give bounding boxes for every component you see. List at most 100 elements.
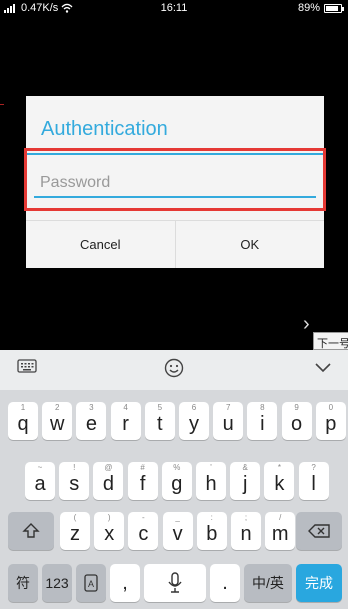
- keyboard-icon[interactable]: [17, 358, 37, 379]
- key-sub-label: ~: [37, 463, 43, 472]
- key-n[interactable]: ; n: [231, 512, 261, 550]
- key-y[interactable]: 6y: [179, 402, 209, 440]
- numbers-key[interactable]: 123: [42, 564, 72, 602]
- key-x[interactable]: ) x: [94, 512, 125, 550]
- key-label: w: [49, 412, 65, 435]
- key-h[interactable]: ' h: [196, 462, 226, 500]
- key-r[interactable]: 4r: [110, 402, 141, 440]
- key-sub-label: /: [279, 513, 282, 522]
- key-w[interactable]: 2w: [42, 402, 73, 440]
- background-tooltip: 下一号: [313, 332, 348, 350]
- key-z[interactable]: (z: [60, 512, 90, 550]
- key-s[interactable]: ! s: [59, 462, 90, 500]
- key-label: y: [189, 412, 199, 435]
- key-label: t: [157, 412, 163, 435]
- chevron-down-icon[interactable]: [314, 358, 332, 379]
- ok-button[interactable]: OK: [174, 221, 325, 268]
- microphone-icon: [168, 572, 182, 593]
- key-u[interactable]: 7u: [213, 402, 244, 440]
- key-sub-label: _: [175, 513, 180, 522]
- key-label: s: [69, 472, 80, 495]
- key-t[interactable]: 5t: [144, 402, 175, 440]
- key-sub-label: #: [140, 463, 145, 472]
- key-sub-label: 9: [294, 403, 299, 412]
- battery-percent: 89%: [297, 2, 320, 14]
- shift-key[interactable]: [8, 512, 54, 550]
- key-sub-label: 6: [191, 403, 197, 412]
- key-sub-label: 0: [328, 403, 334, 412]
- key-label: n: [240, 522, 252, 545]
- key-l[interactable]: ? l: [298, 462, 329, 500]
- key-sub-label: !: [73, 463, 76, 472]
- key-label: b: [206, 522, 218, 545]
- done-key[interactable]: 完成: [296, 564, 342, 602]
- key-label: z: [70, 522, 80, 545]
- key-label: r: [122, 412, 129, 435]
- period-key[interactable]: .: [210, 564, 240, 602]
- key-label: v: [172, 522, 183, 545]
- key-f[interactable]: # f: [127, 462, 158, 500]
- key-p[interactable]: 0p: [315, 402, 346, 440]
- key-label: g: [171, 472, 183, 495]
- key-sub-label: 2: [54, 403, 60, 412]
- key-q[interactable]: 1q: [8, 402, 38, 440]
- key-j[interactable]: & j: [230, 462, 261, 500]
- backspace-key[interactable]: [296, 512, 342, 550]
- key-label: a: [34, 472, 46, 495]
- key-a[interactable]: ~ a: [25, 462, 55, 500]
- key-label: e: [85, 412, 97, 435]
- key-d[interactable]: @ d: [93, 462, 124, 500]
- key-label: l: [311, 472, 316, 495]
- language-switch-key[interactable]: 中/英: [244, 564, 292, 602]
- key-i[interactable]: 8i: [247, 402, 278, 440]
- key-label: i: [260, 412, 265, 435]
- key-e[interactable]: 3e: [76, 402, 107, 440]
- authentication-dialog: Authentication Cancel OK: [24, 96, 326, 268]
- password-field[interactable]: [34, 170, 316, 198]
- key-k[interactable]: * k: [264, 462, 295, 500]
- key-b[interactable]: :b: [196, 512, 227, 550]
- clock: 16:11: [160, 2, 188, 14]
- cancel-button[interactable]: Cancel: [26, 221, 175, 268]
- key-sub-label: 4: [123, 403, 128, 412]
- emoji-icon[interactable]: [164, 358, 184, 383]
- input-method-icon: A: [84, 574, 98, 592]
- input-method-key[interactable]: A: [76, 564, 106, 602]
- key-label: c: [138, 522, 149, 545]
- key-label: q: [17, 412, 29, 435]
- dialog-title: Authentication: [41, 118, 168, 140]
- battery-fill: [326, 5, 339, 11]
- key-sub-label: 1: [20, 403, 26, 412]
- dialog-buttons: Cancel OK: [26, 220, 324, 268]
- comma-key[interactable]: ,: [110, 564, 140, 602]
- key-label: j: [242, 472, 248, 495]
- keyboard-toolbar: [0, 350, 348, 390]
- key-label: d: [102, 472, 114, 495]
- backspace-icon: [308, 524, 330, 538]
- key-sub-label: (: [73, 513, 77, 522]
- key-label: f: [139, 472, 146, 495]
- key-o[interactable]: 9o: [281, 402, 312, 440]
- key-c[interactable]: -c: [128, 512, 159, 550]
- key-sub-label: 7: [225, 403, 231, 412]
- key-sub-label: -: [142, 513, 145, 522]
- key-g[interactable]: % g: [161, 462, 192, 500]
- symbols-key[interactable]: 符: [8, 564, 38, 602]
- key-m[interactable]: / m: [265, 512, 296, 550]
- key-sub-label: :: [210, 513, 213, 522]
- background-marker: [0, 104, 4, 105]
- key-sub-label: ': [210, 463, 212, 472]
- key-label: u: [222, 412, 234, 435]
- key-sub-label: ;: [244, 513, 248, 522]
- battery-icon: [324, 3, 344, 13]
- key-sub-label: %: [173, 463, 181, 472]
- key-sub-label: &: [242, 463, 248, 472]
- space-voice-key[interactable]: [144, 564, 206, 602]
- key-label: h: [205, 472, 217, 495]
- status-bar: 0.47K/s 16:11 89%: [0, 0, 348, 18]
- key-label: o: [291, 412, 303, 435]
- key-sub-label: *: [277, 463, 281, 472]
- key-label: x: [104, 522, 115, 545]
- key-v[interactable]: _ v: [162, 512, 193, 550]
- key-label: m: [271, 522, 289, 545]
